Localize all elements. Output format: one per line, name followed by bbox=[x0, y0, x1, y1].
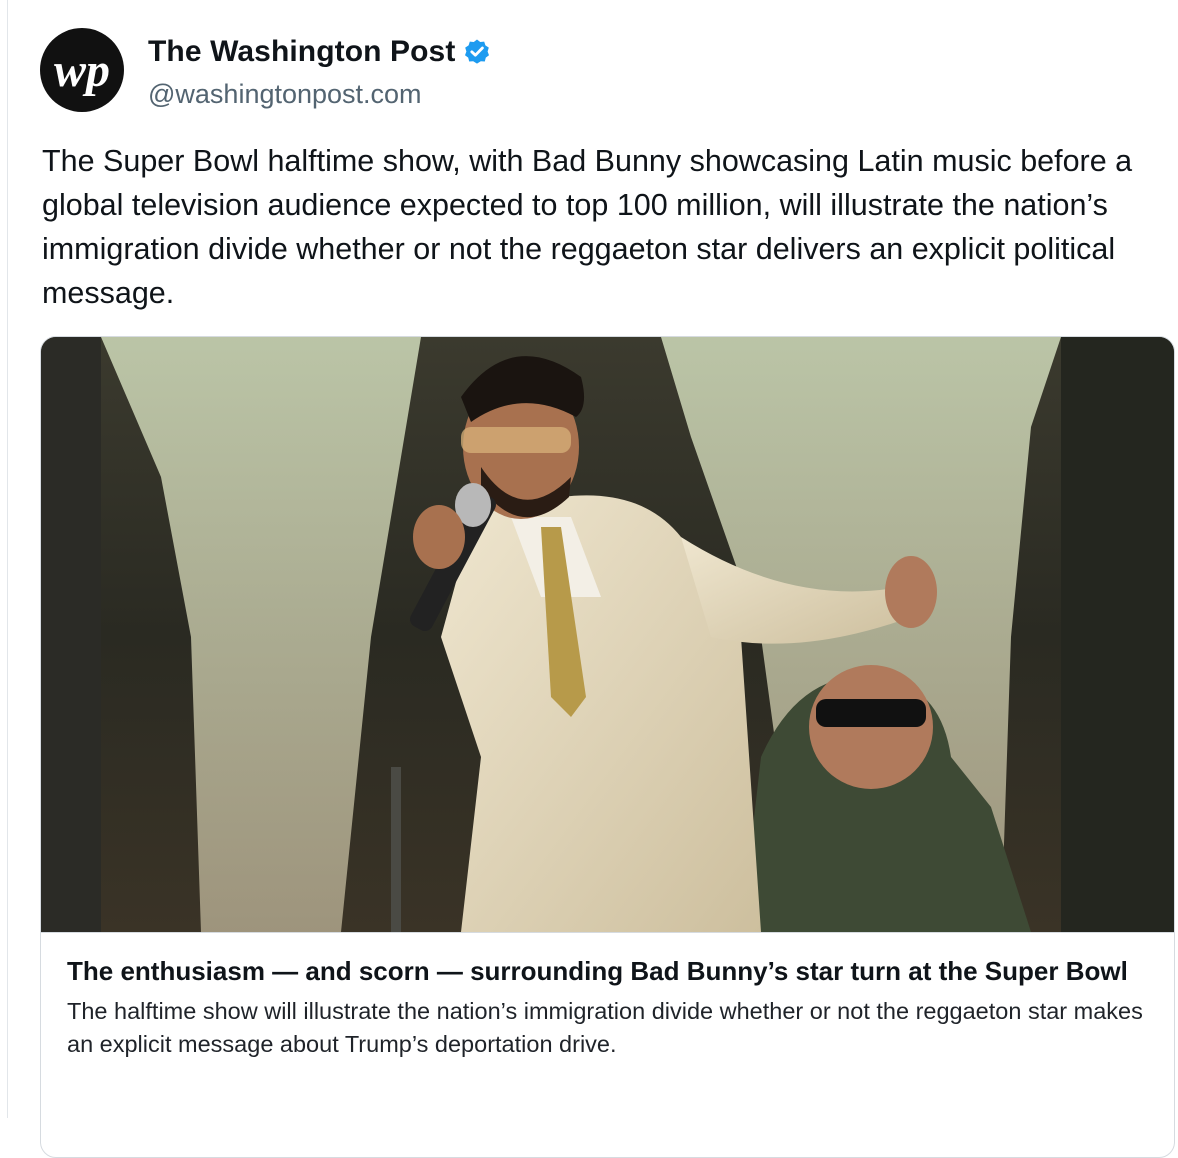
verified-badge-icon bbox=[463, 38, 491, 66]
post-header: wp The Washington Post @washingtonpost.c… bbox=[40, 28, 1174, 112]
name-row: The Washington Post bbox=[148, 34, 491, 70]
account-names: The Washington Post @washingtonpost.com bbox=[148, 34, 491, 110]
washington-post-logo-icon: wp bbox=[54, 44, 110, 97]
avatar-monogram: wp bbox=[54, 44, 110, 97]
link-card-title[interactable]: The enthusiasm — and scorn — surrounding… bbox=[67, 951, 1148, 991]
display-name[interactable]: The Washington Post bbox=[148, 35, 455, 69]
link-card-description: The halftime show will illustrate the na… bbox=[67, 998, 1143, 1057]
link-card-image[interactable] bbox=[41, 337, 1174, 933]
link-card[interactable]: The enthusiasm — and scorn — surrounding… bbox=[40, 336, 1175, 1158]
account-handle[interactable]: @washingtonpost.com bbox=[148, 79, 491, 110]
post-text: The Super Bowl halftime show, with Bad B… bbox=[42, 144, 1133, 310]
link-card-body[interactable]: The enthusiasm — and scorn — surrounding… bbox=[41, 933, 1174, 1061]
avatar[interactable]: wp bbox=[40, 28, 124, 112]
timeline-divider bbox=[7, 0, 8, 1118]
post: wp The Washington Post @washingtonpost.c… bbox=[40, 28, 1174, 315]
